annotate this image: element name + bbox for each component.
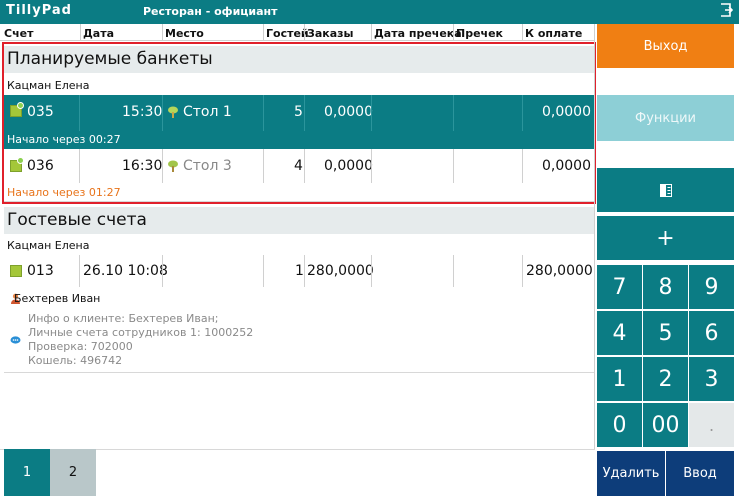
key-8[interactable]: 8 [643, 265, 688, 309]
plus-badge-icon [17, 157, 24, 164]
col-orders[interactable]: Заказы [307, 27, 353, 40]
orders: 0,0000 [324, 104, 373, 120]
col-place[interactable]: Место [165, 27, 204, 40]
account-number: 035 [27, 104, 54, 120]
start-note: Начало через 01:27 [7, 186, 121, 199]
app-logo: TillyPad [6, 3, 72, 18]
orders: 280,0000 [307, 263, 374, 279]
client-name: Бехтерев Иван [14, 292, 101, 305]
title-bar: TillyPad Ресторан - официант [0, 0, 739, 24]
key-decimal[interactable]: . [689, 403, 734, 447]
client-info-line: Инфо о клиенте: Бехтерев Иван; [28, 312, 219, 325]
enter-button[interactable]: Ввод [666, 451, 734, 496]
key-00[interactable]: 00 [643, 403, 688, 447]
delete-button[interactable]: Удалить [597, 451, 665, 496]
start-note: Начало через 00:27 [7, 133, 121, 146]
time: 16:30 [122, 158, 163, 174]
col-precheck[interactable]: Пречек [456, 27, 503, 40]
col-precheck-date[interactable]: Дата пречека [374, 27, 462, 40]
client-info-line: Проверка: 702000 [28, 340, 133, 353]
col-date[interactable]: Дата [83, 27, 114, 40]
guest-bills-waiter: Кацман Елена [4, 236, 595, 255]
to-pay: 280,0000 [526, 263, 593, 279]
guests: 5 [294, 104, 303, 120]
col-to-pay[interactable]: К оплате [525, 27, 582, 40]
guests: 1 [295, 263, 304, 279]
date: 26.10 10:08 [83, 263, 168, 279]
key-2[interactable]: 2 [643, 357, 688, 401]
exit-button[interactable]: Выход [597, 24, 734, 68]
place: Стол 3 [183, 158, 232, 174]
to-pay: 0,0000 [542, 158, 591, 174]
app-title: Ресторан - официант [143, 5, 278, 18]
col-guests[interactable]: Гостей [266, 27, 309, 40]
key-6[interactable]: 6 [689, 311, 734, 355]
account-number: 036 [27, 158, 54, 174]
key-7[interactable]: 7 [597, 265, 642, 309]
split-view-button[interactable] [597, 168, 734, 212]
key-4[interactable]: 4 [597, 311, 642, 355]
key-0[interactable]: 0 [597, 403, 642, 447]
bill-icon [10, 265, 22, 277]
banquets-title: Планируемые банкеты [4, 46, 595, 73]
split-view-icon [659, 183, 672, 197]
table-tree-icon [168, 106, 178, 118]
app-window: TillyPad Ресторан - официант Счет Дата М… [0, 0, 739, 496]
client-info-line: Личные счета сотрудников 1: 1000252 [28, 326, 254, 339]
comment-icon [10, 336, 21, 344]
page-2-button[interactable]: 2 [50, 449, 96, 496]
to-pay: 0,0000 [542, 104, 591, 120]
exit-icon[interactable] [719, 3, 733, 17]
banquets-waiter: Кацман Елена [4, 76, 595, 95]
page-1-button[interactable]: 1 [4, 449, 50, 496]
key-9[interactable]: 9 [689, 265, 734, 309]
table-tree-icon [168, 160, 178, 172]
key-1[interactable]: 1 [597, 357, 642, 401]
key-5[interactable]: 5 [643, 311, 688, 355]
table-header: Счет Дата Место Гостей Заказы Дата прече… [0, 24, 595, 41]
client-info: Инфо о клиенте: Бехтерев Иван; Личные сч… [28, 312, 253, 368]
account-number: 013 [27, 263, 54, 279]
banquet-row[interactable]: 036 16:30 Стол 3 4 0,0000 0,0000 Начало … [4, 149, 595, 202]
client-info-line: Кошель: 496742 [28, 354, 123, 367]
time: 15:30 [122, 104, 163, 120]
place: Стол 1 [183, 104, 232, 120]
guests: 4 [294, 158, 303, 174]
banquet-row[interactable]: 035 15:30 Стол 1 5 0,0000 0,0000 Начало … [4, 95, 595, 149]
col-account[interactable]: Счет [4, 27, 33, 40]
guest-bills-title: Гостевые счета [4, 207, 595, 234]
key-3[interactable]: 3 [689, 357, 734, 401]
guest-bill-row[interactable]: 013 26.10 10:08 1 280,0000 280,0000 Бехт… [4, 255, 595, 373]
orders: 0,0000 [324, 158, 373, 174]
plus-badge-icon [17, 102, 24, 109]
plus-button[interactable]: + [597, 216, 734, 260]
functions-button[interactable]: Функции [597, 95, 734, 141]
